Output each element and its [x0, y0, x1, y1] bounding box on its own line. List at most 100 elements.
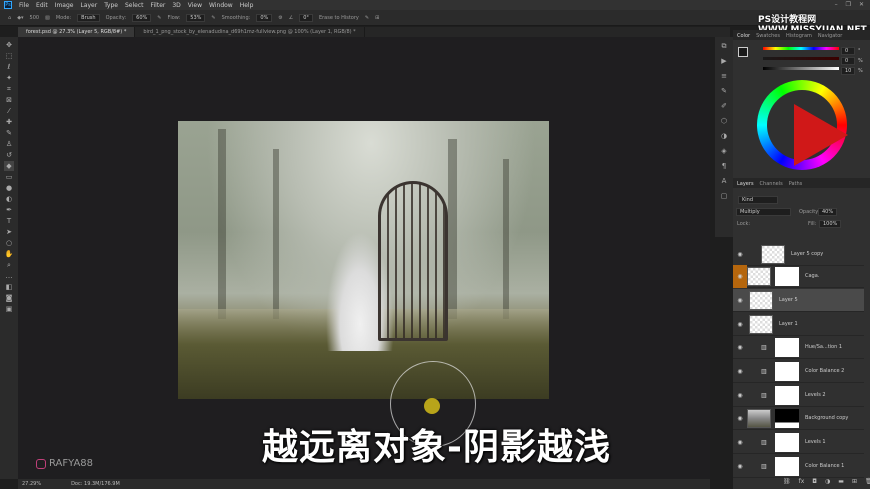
3d-icon[interactable]: ⬡ [719, 116, 729, 126]
color-swatches-icon[interactable]: ◧ [4, 282, 14, 292]
hand-tool-icon[interactable]: ✋ [4, 249, 14, 259]
angle-field[interactable]: 0° [299, 13, 313, 22]
menu-view[interactable]: View [188, 2, 202, 9]
zoom-level[interactable]: 27.29% [22, 481, 41, 487]
saturation-slider[interactable] [763, 57, 839, 60]
menu-layer[interactable]: Layer [80, 2, 97, 9]
layer-name[interactable]: Hue/Sa...tion 1 [805, 344, 842, 350]
saturation-field[interactable]: 0 [841, 57, 855, 65]
layer-mask-thumbnail[interactable] [775, 266, 799, 286]
visibility-eye-icon[interactable]: ◉ [733, 251, 747, 258]
delete-layer-icon[interactable]: 🗑 [865, 478, 870, 485]
layer-row[interactable]: ◉ ▥ Color Balance 1 [733, 455, 864, 478]
flow-field[interactable]: 53% [186, 13, 206, 22]
blend-mode-select[interactable]: Multiply [736, 208, 791, 216]
visibility-eye-icon[interactable]: ◉ [733, 321, 747, 328]
layer-row[interactable]: ◉ ▥ Hue/Sa...tion 1 [733, 336, 864, 359]
airbrush-icon[interactable]: ✎ [211, 15, 215, 21]
menu-filter[interactable]: Filter [151, 2, 166, 9]
layer-row[interactable]: ◉ Layer 5 [733, 289, 864, 312]
tab-navigator[interactable]: Navigator [818, 33, 842, 39]
layer-row[interactable]: ◉ ▥ Levels 1 [733, 431, 864, 454]
gradient-tool-icon[interactable]: ▭ [4, 172, 14, 182]
menu-select[interactable]: Select [125, 2, 144, 9]
layer-name[interactable]: Caga. [805, 273, 819, 279]
document-canvas[interactable] [178, 121, 549, 399]
menu-file[interactable]: File [19, 2, 29, 9]
symmetry-icon[interactable]: ⊞ [375, 15, 379, 21]
fx-icon[interactable]: fx [799, 478, 805, 485]
quick-mask-icon[interactable]: ◙ [4, 293, 14, 303]
layer-thumbnail[interactable] [747, 266, 771, 286]
eraser-tool-icon[interactable]: ◆▾ [17, 15, 23, 21]
history-icon[interactable]: ⧉ [719, 41, 729, 51]
hue-field[interactable]: 0 [841, 47, 855, 55]
pressure-opacity-icon[interactable]: ✎ [157, 15, 161, 21]
mode-select[interactable]: Brush [77, 13, 100, 22]
home-icon[interactable]: ⌂ [8, 15, 11, 21]
layer-name[interactable]: Layer 5 [779, 297, 798, 303]
menu-3d[interactable]: 3D [172, 2, 180, 9]
eyedropper-tool-icon[interactable]: ⁄ [4, 106, 14, 116]
new-layer-icon[interactable]: ⊞ [852, 478, 857, 485]
tab-swatches[interactable]: Swatches [756, 33, 780, 39]
type-tool-icon[interactable]: T [4, 216, 14, 226]
layer-mask-thumbnail[interactable] [775, 337, 799, 357]
layer-row[interactable]: ◉ Caga. [733, 264, 864, 288]
libraries-icon[interactable]: ▢ [719, 191, 729, 201]
link-layers-icon[interactable]: ⛓ [783, 478, 791, 485]
minimize-icon[interactable]: – [835, 1, 838, 8]
new-adjustment-icon[interactable]: ◑ [825, 478, 830, 485]
layer-row[interactable]: ◉ Layer 5 copy [733, 243, 864, 266]
layer-name[interactable]: Color Balance 2 [805, 368, 844, 374]
actions-play-icon[interactable]: ▶ [719, 56, 729, 66]
paragraph-icon[interactable]: ¶ [719, 161, 729, 171]
close-icon[interactable]: ✕ [859, 1, 864, 8]
lasso-tool-icon[interactable]: ℓ [4, 62, 14, 72]
stamp-tool-icon[interactable]: ♙ [4, 139, 14, 149]
layer-filter-kind[interactable]: Kind [738, 196, 778, 204]
tab-histogram[interactable]: Histogram [786, 33, 812, 39]
layer-thumbnail[interactable] [761, 244, 785, 264]
zoom-tool-icon[interactable]: ⌕ [4, 260, 14, 270]
smoothing-field[interactable]: 0% [256, 13, 273, 22]
layer-mask-thumbnail[interactable] [775, 432, 799, 452]
layer-name[interactable]: Layer 1 [779, 321, 798, 327]
layer-row[interactable]: ◉ Layer 1 [733, 313, 864, 336]
visibility-eye-icon[interactable]: ◉ [733, 368, 747, 375]
color-wheel[interactable] [757, 80, 848, 170]
visibility-eye-icon[interactable]: ◉ [733, 344, 747, 351]
tab-layers[interactable]: Layers [737, 181, 754, 187]
layer-name[interactable]: Layer 5 copy [791, 251, 823, 257]
brush-panel-icon[interactable]: ▧ [45, 15, 50, 21]
brush-tool-icon[interactable]: ✎ [4, 128, 14, 138]
tab-channels[interactable]: Channels [760, 181, 783, 187]
tab-forest[interactable]: forest.psd @ 27.3% (Layer 5, RGB/8#) * [18, 27, 136, 37]
layer-mask-thumbnail[interactable] [775, 385, 799, 405]
layer-mask-thumbnail[interactable] [775, 456, 799, 476]
properties-icon[interactable]: ≡ [719, 71, 729, 81]
layer-thumbnail[interactable] [747, 408, 771, 428]
more-tools-icon[interactable]: … [4, 271, 14, 281]
opacity-field[interactable]: 60% [132, 13, 152, 22]
brushes-icon[interactable]: ✐ [719, 101, 729, 111]
menu-image[interactable]: Image [55, 2, 74, 9]
frame-tool-icon[interactable]: ⊠ [4, 95, 14, 105]
layer-thumbnail[interactable] [749, 290, 773, 310]
pen-tool-icon[interactable]: ✒ [4, 205, 14, 215]
hue-slider[interactable] [763, 47, 839, 50]
visibility-eye-icon[interactable]: ◉ [733, 463, 747, 470]
tab-bird[interactable]: bird_1_png_stock_by_elenadudina_d69h1mz-… [135, 27, 365, 37]
menu-edit[interactable]: Edit [36, 2, 48, 9]
pressure-size-icon[interactable]: ✎ [365, 15, 369, 21]
layer-row[interactable]: ◉ Background copy [733, 407, 864, 430]
blur-tool-icon[interactable]: ● [4, 183, 14, 193]
layer-name[interactable]: Levels 1 [805, 439, 826, 445]
adjustments-icon[interactable]: ◑ [719, 131, 729, 141]
color-triangle[interactable] [794, 104, 848, 166]
crop-tool-icon[interactable]: ⌗ [4, 84, 14, 94]
move-tool-icon[interactable]: ✥ [4, 40, 14, 50]
visibility-eye-icon[interactable]: ◉ [733, 264, 747, 288]
quick-select-tool-icon[interactable]: ✦ [4, 73, 14, 83]
eraser-tool-icon[interactable]: ◆ [4, 161, 14, 171]
